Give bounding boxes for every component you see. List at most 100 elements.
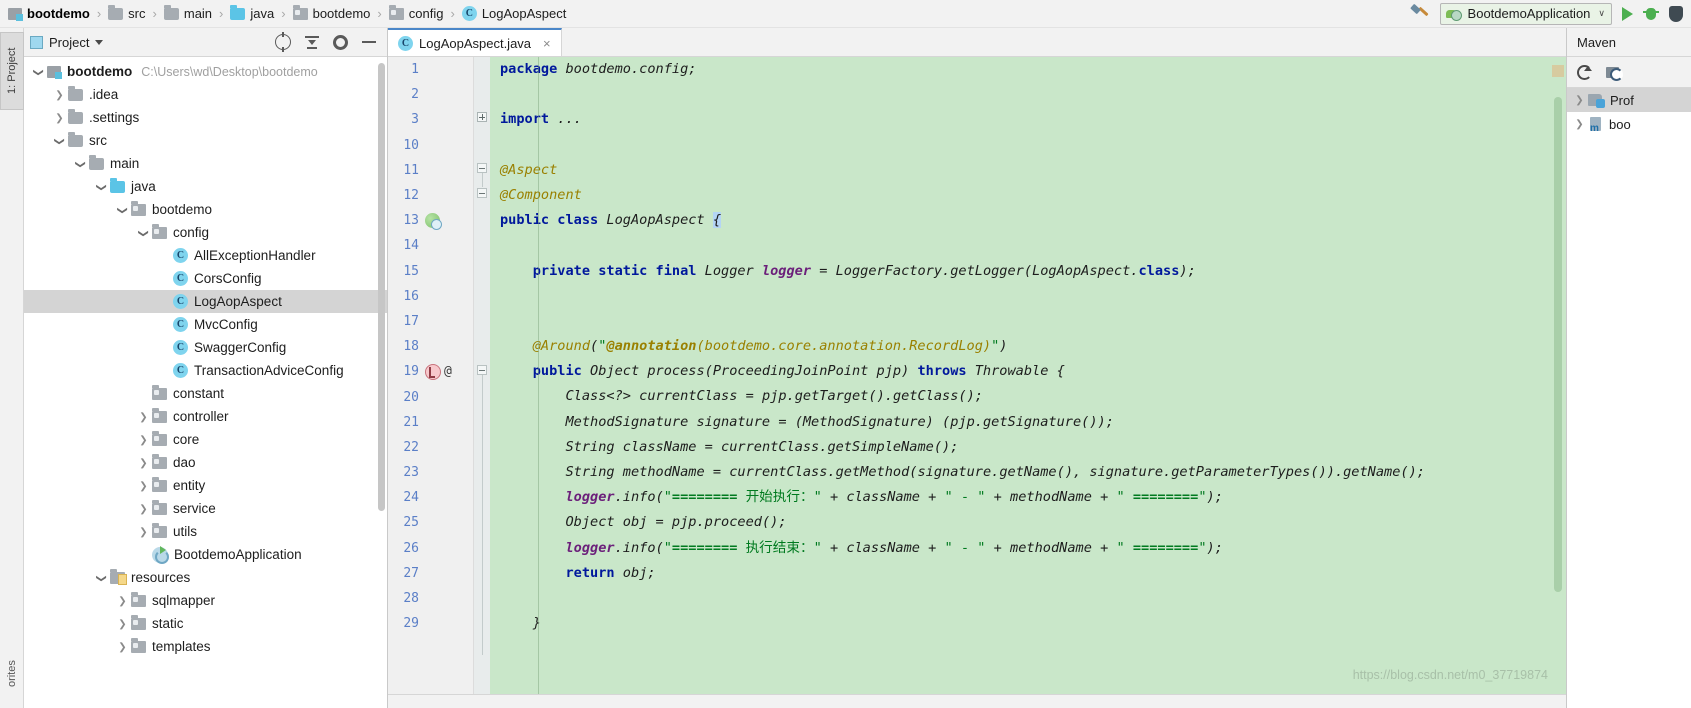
chevron-right-icon[interactable] bbox=[135, 411, 152, 423]
gutter-row-16[interactable]: 16 bbox=[388, 284, 473, 309]
tree-node-service[interactable]: service bbox=[24, 497, 387, 520]
tree-node-main[interactable]: main bbox=[24, 152, 387, 175]
locate-icon[interactable] bbox=[275, 32, 291, 52]
gutter-row-12[interactable]: 12 bbox=[388, 183, 473, 208]
tree-node--settings[interactable]: .settings bbox=[24, 106, 387, 129]
chevron-down-icon[interactable] bbox=[114, 204, 131, 216]
gutter-row-22[interactable]: 22 bbox=[388, 435, 473, 460]
fold-collapse-class-icon[interactable] bbox=[477, 163, 487, 173]
project-panel-title-group[interactable]: Project bbox=[30, 35, 104, 50]
project-tree-scrollbar[interactable] bbox=[378, 63, 385, 511]
chevron-down-icon[interactable] bbox=[51, 135, 68, 147]
gutter-row-10[interactable]: 10 bbox=[388, 133, 473, 158]
gutter-row-17[interactable]: 17 bbox=[388, 309, 473, 334]
gutter-row-27[interactable]: 27 bbox=[388, 561, 473, 586]
chevron-right-icon[interactable] bbox=[135, 480, 152, 492]
gutter-row-29[interactable]: 29 bbox=[388, 611, 473, 636]
gutter-row-21[interactable]: 21 bbox=[388, 410, 473, 435]
gutter-row-2[interactable]: 2 bbox=[388, 82, 473, 107]
gutter-row-23[interactable]: 23 bbox=[388, 460, 473, 485]
hammer-icon[interactable] bbox=[1410, 5, 1430, 23]
chevron-right-icon[interactable] bbox=[51, 89, 68, 101]
chevron-right-icon[interactable] bbox=[114, 595, 131, 607]
gutter-row-20[interactable]: 20 bbox=[388, 384, 473, 409]
breadcrumb-item-src[interactable]: src bbox=[108, 4, 146, 21]
fold-collapse-component-icon[interactable] bbox=[477, 188, 487, 198]
collapse-all-icon[interactable] bbox=[304, 34, 320, 50]
breadcrumb-item-logaopaspect[interactable]: C LogAopAspect bbox=[461, 6, 566, 21]
fold-expand-imports-icon[interactable] bbox=[477, 112, 487, 122]
chevron-down-icon[interactable] bbox=[95, 39, 104, 45]
tree-node-java[interactable]: java bbox=[24, 175, 387, 198]
tree-node-constant[interactable]: constant bbox=[24, 382, 387, 405]
tree-node-entity[interactable]: entity bbox=[24, 474, 387, 497]
tree-node-swaggerconfig[interactable]: C SwaggerConfig bbox=[24, 336, 387, 359]
gutter-row-28[interactable]: 28 bbox=[388, 586, 473, 611]
tree-node--idea[interactable]: .idea bbox=[24, 83, 387, 106]
tree-node-core[interactable]: core bbox=[24, 428, 387, 451]
chevron-right-icon[interactable] bbox=[135, 457, 152, 469]
gutter-row-18[interactable]: 18 bbox=[388, 334, 473, 359]
tree-node-resources[interactable]: resources bbox=[24, 566, 387, 589]
gutter-row-11[interactable]: 11 bbox=[388, 158, 473, 183]
tree-node-allexceptionhandler[interactable]: C AllExceptionHandler bbox=[24, 244, 387, 267]
chevron-down-icon[interactable] bbox=[93, 181, 110, 193]
chevron-right-icon[interactable] bbox=[1571, 118, 1588, 130]
sidebar-item-favorites[interactable]: orites bbox=[0, 644, 24, 704]
chevron-down-icon[interactable] bbox=[72, 158, 89, 170]
settings-gear-icon[interactable] bbox=[333, 34, 348, 50]
run-configuration-selector[interactable]: BootdemoApplication ∨ bbox=[1439, 2, 1612, 25]
chevron-down-icon[interactable] bbox=[135, 227, 152, 239]
gutter-row-3[interactable]: 3 bbox=[388, 107, 473, 132]
tree-node-static[interactable]: static bbox=[24, 612, 387, 635]
editor-gutter[interactable]: 1 2 3 10 11 12 13 14 15 16 17 18 19 @20 21 22 23 24 25 26 27… bbox=[388, 57, 474, 694]
chevron-right-icon[interactable] bbox=[51, 112, 68, 124]
tab-logaopaspect-java[interactable]: C LogAopAspect.java × bbox=[388, 28, 562, 56]
tree-node-utils[interactable]: utils bbox=[24, 520, 387, 543]
tree-node-bootdemoapplication[interactable]: BootdemoApplication bbox=[24, 543, 387, 566]
debug-bug-icon[interactable] bbox=[1643, 6, 1659, 22]
tree-node-logaopaspect[interactable]: C LogAopAspect bbox=[24, 290, 387, 313]
breadcrumb-item-bootdemo[interactable]: bootdemo bbox=[8, 6, 90, 21]
aop-advice-icon[interactable] bbox=[425, 363, 441, 380]
project-tree[interactable]: bootdemo C:\Users\wd\Desktop\bootdemo .ide… bbox=[24, 57, 387, 708]
gutter-row-13[interactable]: 13 bbox=[388, 208, 473, 233]
chevron-right-icon[interactable] bbox=[135, 503, 152, 515]
gutter-row-19[interactable]: 19 @ bbox=[388, 359, 473, 384]
code-area[interactable]: package bootdemo.config; import ... @Asp… bbox=[490, 57, 1566, 694]
gutter-row-24[interactable]: 24 bbox=[388, 485, 473, 510]
maven-item-profiles[interactable]: Prof bbox=[1567, 88, 1691, 112]
spring-bean-icon[interactable] bbox=[425, 213, 442, 231]
tree-node-dao[interactable]: dao bbox=[24, 451, 387, 474]
gutter-row-25[interactable]: 25 bbox=[388, 510, 473, 535]
error-stripe-marker[interactable] bbox=[1552, 65, 1564, 77]
tree-node-bootdemo[interactable]: bootdemo C:\Users\wd\Desktop\bootdemo bbox=[24, 60, 387, 83]
shield-icon[interactable] bbox=[1669, 5, 1683, 22]
breadcrumb-item-main[interactable]: main bbox=[163, 4, 212, 21]
tree-node-controller[interactable]: controller bbox=[24, 405, 387, 428]
tree-node-config[interactable]: config bbox=[24, 221, 387, 244]
sidebar-item-project[interactable]: 1: Project bbox=[0, 32, 24, 110]
run-play-icon[interactable] bbox=[1622, 6, 1633, 21]
chevron-right-icon[interactable] bbox=[135, 434, 152, 446]
gutter-row-26[interactable]: 26 bbox=[388, 536, 473, 561]
gutter-row-1[interactable]: 1 bbox=[388, 57, 473, 82]
code-folding-strip[interactable] bbox=[474, 57, 490, 694]
hide-icon[interactable] bbox=[361, 34, 377, 50]
refresh-icon[interactable] bbox=[1577, 64, 1592, 80]
chevron-down-icon[interactable] bbox=[93, 572, 110, 584]
tree-node-mvcconfig[interactable]: C MvcConfig bbox=[24, 313, 387, 336]
gutter-row-14[interactable]: 14 bbox=[388, 233, 473, 258]
chevron-right-icon[interactable] bbox=[1571, 94, 1588, 106]
editor-vertical-scrollbar[interactable] bbox=[1554, 97, 1562, 592]
chevron-right-icon[interactable] bbox=[135, 526, 152, 538]
chevron-right-icon[interactable] bbox=[114, 618, 131, 630]
close-icon[interactable]: × bbox=[543, 36, 551, 51]
fold-collapse-method-icon[interactable] bbox=[477, 365, 487, 375]
tree-node-corsconfig[interactable]: C CorsConfig bbox=[24, 267, 387, 290]
maven-item-bootdemo[interactable]: boo bbox=[1567, 112, 1691, 136]
gutter-row-15[interactable]: 15 bbox=[388, 259, 473, 284]
tree-node-bootdemo[interactable]: bootdemo bbox=[24, 198, 387, 221]
chevron-right-icon[interactable] bbox=[114, 641, 131, 653]
tree-node-src[interactable]: src bbox=[24, 129, 387, 152]
